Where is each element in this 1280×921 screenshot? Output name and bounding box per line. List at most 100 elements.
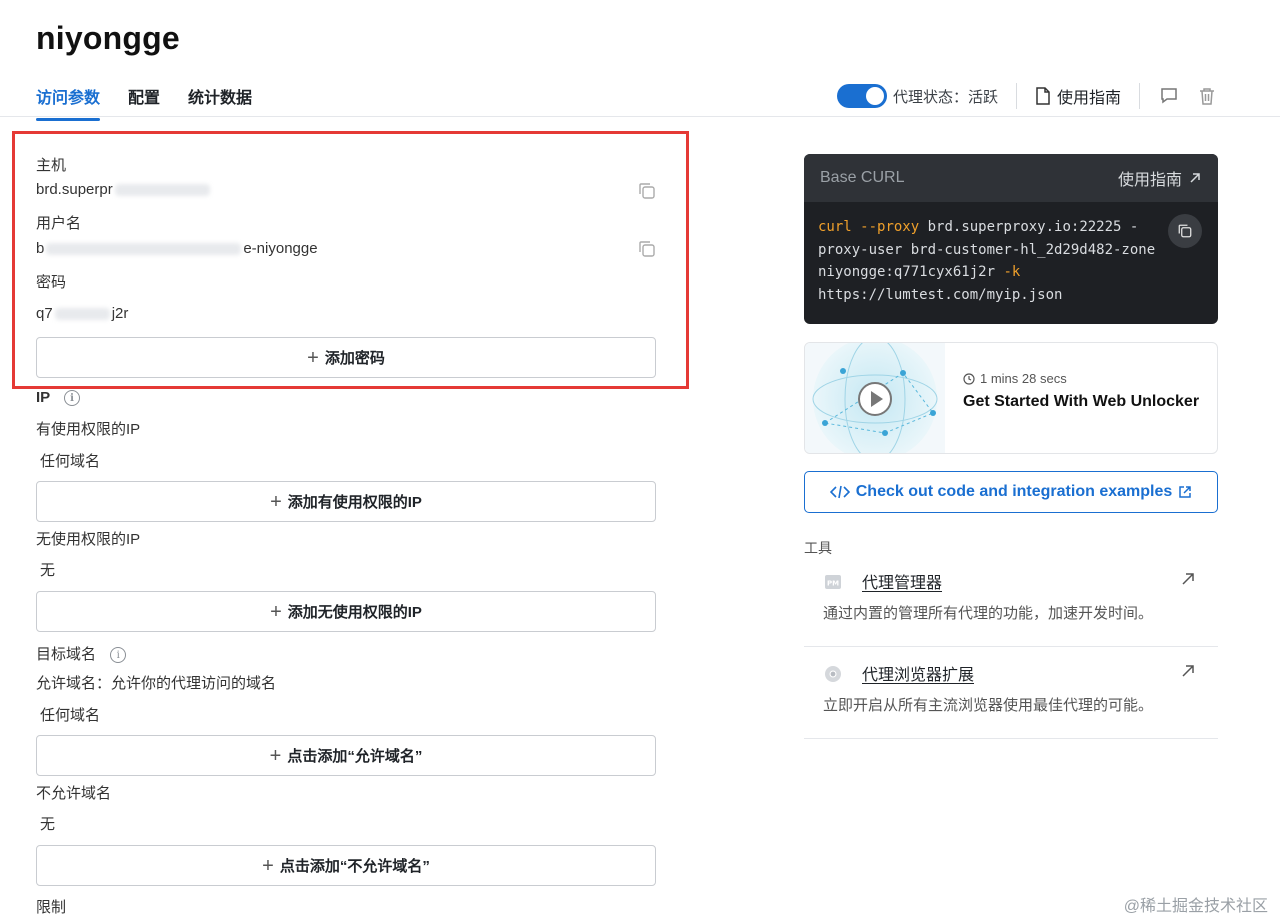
external-arrow-icon <box>1182 665 1194 677</box>
code-examples-label: Check out code and integration examples <box>855 483 1173 500</box>
ip-section-label: IP i <box>36 389 81 407</box>
redacted-text <box>114 184 210 197</box>
copy-icon[interactable] <box>636 180 658 202</box>
divider <box>1139 83 1140 109</box>
password-label: 密码 <box>36 274 67 291</box>
tool-item-browser-extension[interactable]: 代理浏览器扩展 立即开启从所有主流浏览器使用最佳代理的可能。 <box>804 647 1218 739</box>
denied-ip-label: 无使用权限的IP <box>36 531 141 548</box>
allowed-domain-value: 任何域名 <box>40 707 101 724</box>
copy-icon <box>1178 224 1192 238</box>
username-value-start: b <box>36 240 45 257</box>
svg-text:PM: PM <box>827 580 839 588</box>
chrome-icon <box>825 666 841 682</box>
host-label: 主机 <box>36 157 67 174</box>
curl-k-flag: -k <box>1003 264 1021 280</box>
divider <box>1015 83 1017 109</box>
curl-copy-button[interactable] <box>1168 214 1202 248</box>
tab-access-params[interactable]: 访问参数 <box>36 84 101 121</box>
comment-button[interactable] <box>1158 85 1180 107</box>
target-domain-label: 目标域名 i <box>36 643 127 664</box>
code-icon <box>829 485 850 499</box>
proxy-manager-icon: PM <box>825 575 841 589</box>
video-card[interactable]: 1 mins 28 secs Get Started With Web Unlo… <box>804 342 1218 454</box>
document-icon <box>1036 87 1050 105</box>
add-denied-ip-label: 添加无使用权限的IP <box>287 604 422 621</box>
add-password-button[interactable]: + 添加密码 <box>36 337 656 378</box>
tool-description: 立即开启从所有主流浏览器使用最佳代理的可能。 <box>823 697 1154 714</box>
comment-icon <box>1161 88 1177 104</box>
toggle-knob <box>865 87 884 105</box>
external-arrow-icon <box>1190 173 1200 183</box>
allowed-ip-label: 有使用权限的IP <box>36 421 141 438</box>
delete-button[interactable] <box>1196 85 1218 107</box>
proxy-status-toggle[interactable] <box>836 84 887 108</box>
info-icon[interactable]: i <box>64 390 81 407</box>
base-curl-card: Base CURL 使用指南 curl --proxy brd.superpro… <box>804 154 1218 324</box>
curl-command[interactable]: curl --proxy brd.superproxy.io:22225 - p… <box>804 202 1218 320</box>
tool-description: 通过内置的管理所有代理的功能，加速开发时间。 <box>823 605 1154 622</box>
add-password-label: 添加密码 <box>324 350 385 367</box>
denied-ip-value: 无 <box>40 562 56 579</box>
password-value: q7 j2r <box>36 305 128 322</box>
add-allowed-domain-label: 点击添加“允许域名” <box>287 748 423 765</box>
plus-icon: + <box>270 490 282 513</box>
username-label: 用户名 <box>36 215 82 232</box>
usage-guide-label: 使用指南 <box>1056 90 1121 107</box>
globe-network-image <box>812 343 938 453</box>
add-denied-domain-button[interactable]: + 点击添加“不允许域名” <box>36 845 656 886</box>
limits-label: 限制 <box>36 899 67 916</box>
curl-cmd: curl <box>818 219 852 235</box>
external-link-icon <box>1179 486 1191 498</box>
watermark: @稀土掘金技术社区 <box>1123 898 1268 915</box>
tool-item-proxy-manager[interactable]: PM 代理管理器 通过内置的管理所有代理的功能，加速开发时间。 <box>804 555 1218 647</box>
redacted-text <box>46 243 242 256</box>
ip-section-title: IP <box>36 389 50 406</box>
curl-guide-label: 使用指南 <box>1117 172 1182 189</box>
header-divider <box>0 116 1280 117</box>
curl-guide-link[interactable]: 使用指南 <box>1118 166 1202 190</box>
proxy-status-label: 代理状态：活跃 <box>892 88 998 106</box>
denied-domain-value: 无 <box>40 816 56 833</box>
host-value: brd.superpr <box>36 181 212 198</box>
redacted-text <box>54 308 110 321</box>
add-denied-domain-label: 点击添加“不允许域名” <box>279 858 430 875</box>
external-arrow-icon <box>1182 573 1194 585</box>
copy-icon[interactable] <box>636 238 658 260</box>
curl-card-title: Base CURL <box>820 169 905 186</box>
tool-name: 代理浏览器扩展 <box>862 667 975 684</box>
denied-domain-label: 不允许域名 <box>36 785 112 802</box>
page-title: niyongge <box>36 20 180 56</box>
add-allowed-domain-button[interactable]: + 点击添加“允许域名” <box>36 735 656 776</box>
curl-proxy-flag: --proxy <box>860 219 920 235</box>
video-thumbnail <box>805 343 945 453</box>
username-value: b e-niyongge <box>36 240 318 257</box>
curl-line-3: niyongge:q771cyx61j2r <box>818 264 1004 280</box>
curl-card-header: Base CURL 使用指南 <box>804 154 1218 202</box>
allowed-ip-value: 任何域名 <box>40 453 101 470</box>
header-toolbar: 代理状态：活跃 使用指南 <box>836 82 1218 110</box>
curl-line-4: https://lumtest.com/myip.json <box>818 286 1063 303</box>
add-denied-ip-button[interactable]: + 添加无使用权限的IP <box>36 591 656 632</box>
trash-icon <box>1200 88 1214 105</box>
info-icon[interactable]: i <box>110 647 127 664</box>
curl-line-1: brd.superproxy.io:22225 - <box>919 219 1139 235</box>
tool-name: 代理管理器 <box>862 575 943 592</box>
plus-icon: + <box>270 600 282 623</box>
allowed-domain-label: 允许域名：允许你的代理访问的域名 <box>36 675 277 692</box>
curl-line-2: proxy-user brd-customer-hl_2d29d482-zone <box>818 241 1156 258</box>
video-duration-text: 1 mins 28 secs <box>980 371 1067 386</box>
add-allowed-ip-button[interactable]: + 添加有使用权限的IP <box>36 481 656 522</box>
clock-icon <box>963 372 975 385</box>
username-value-end: e-niyongge <box>243 240 318 257</box>
host-value-visible: brd.superpr <box>36 181 113 198</box>
tab-config[interactable]: 配置 <box>128 84 160 116</box>
add-allowed-ip-label: 添加有使用权限的IP <box>287 494 422 511</box>
plus-icon: + <box>269 744 282 767</box>
code-examples-button[interactable]: Check out code and integration examples <box>804 471 1218 513</box>
target-domain-title: 目标域名 <box>36 646 97 663</box>
password-value-start: q7 <box>36 305 53 322</box>
tab-statistics[interactable]: 统计数据 <box>188 84 252 116</box>
usage-guide-button[interactable]: 使用指南 <box>1035 84 1121 108</box>
password-value-end: j2r <box>111 305 129 322</box>
plus-icon: + <box>262 854 274 877</box>
